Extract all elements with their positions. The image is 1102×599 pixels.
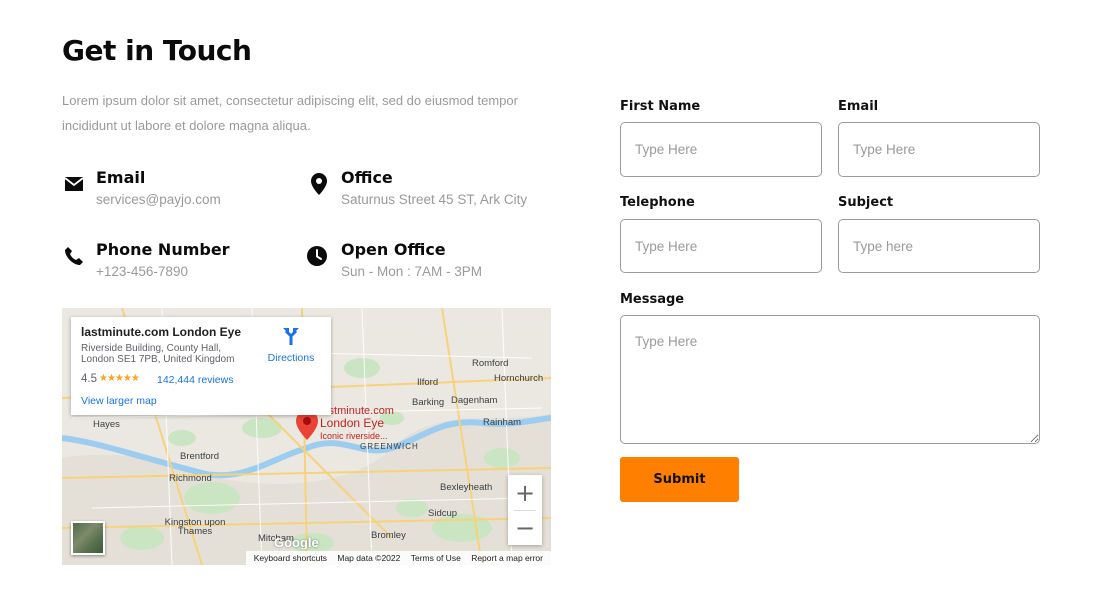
embedded-map[interactable]: Romford Hornchurch Ilford Barking Dagenh… bbox=[62, 308, 551, 565]
map-place-label: Brentford bbox=[180, 451, 220, 462]
telephone-label: Telephone bbox=[620, 195, 695, 210]
subject-label: Subject bbox=[838, 195, 894, 210]
map-place-label: GREENWICH bbox=[360, 442, 419, 451]
office-value: Saturnus Street 45 ST, Ark City bbox=[341, 192, 528, 207]
info-label: Email bbox=[96, 168, 146, 187]
info-phone: Phone Number +123-456-7890 bbox=[62, 240, 302, 290]
rating-stars-icon: ★★★★★ bbox=[99, 373, 140, 384]
intro-text: Lorem ipsum dolor sit amet, consectetur … bbox=[62, 93, 518, 133]
map-place-label: Hornchurch bbox=[494, 373, 544, 384]
message-label: Message bbox=[620, 292, 685, 307]
map-pin-icon[interactable] bbox=[296, 410, 318, 444]
map-data-text: Map data ©2022 bbox=[337, 553, 401, 563]
map-attribution: Keyboard shortcuts Map data ©2022 Terms … bbox=[245, 551, 551, 565]
telephone-input[interactable] bbox=[620, 219, 822, 273]
terms-link[interactable]: Terms of Use bbox=[411, 553, 461, 563]
submit-button[interactable]: Submit bbox=[620, 457, 739, 502]
subject-input[interactable] bbox=[838, 219, 1040, 273]
map-place-label: Romford bbox=[472, 358, 509, 369]
phone-icon bbox=[62, 244, 86, 268]
first-name-label: First Name bbox=[620, 99, 701, 114]
clock-icon bbox=[305, 244, 329, 268]
page-title: Get in Touch bbox=[62, 34, 252, 67]
info-open-office: Open Office Sun - Mon : 7AM - 3PM bbox=[305, 240, 545, 290]
satellite-toggle-button[interactable] bbox=[71, 521, 105, 555]
info-label: Phone Number bbox=[96, 240, 230, 259]
info-email: Email services@payjo.com bbox=[62, 168, 302, 218]
map-place-label: Sidcup bbox=[428, 508, 458, 519]
info-office: Office Saturnus Street 45 ST, Ark City bbox=[307, 168, 547, 218]
email-input[interactable] bbox=[838, 122, 1040, 177]
map-place-label: Ilford bbox=[417, 377, 439, 388]
zoom-control: + − bbox=[508, 475, 542, 545]
reviews-link[interactable]: 142,444 reviews bbox=[157, 374, 233, 386]
first-name-input[interactable] bbox=[620, 122, 822, 177]
email-value: services@payjo.com bbox=[96, 192, 221, 207]
directions-label: Directions bbox=[267, 352, 315, 364]
message-textarea[interactable] bbox=[620, 315, 1040, 444]
view-larger-map-link[interactable]: View larger map bbox=[81, 395, 157, 407]
place-name: lastminute.com London Eye bbox=[81, 325, 242, 339]
map-place-label: Bexleyheath bbox=[440, 482, 493, 493]
directions-button[interactable]: Directions bbox=[261, 327, 321, 364]
map-place-label: Richmond bbox=[169, 473, 212, 484]
map-place-label: Bromley bbox=[371, 530, 406, 541]
place-address: Riverside Building, County Hall, London … bbox=[81, 343, 235, 365]
google-logo: Google bbox=[274, 535, 319, 550]
info-label: Open Office bbox=[341, 240, 446, 259]
map-place-label: Kingston upon Thames bbox=[164, 517, 226, 537]
pin-label: London Eye bbox=[320, 416, 385, 430]
keyboard-shortcuts-link[interactable]: Keyboard shortcuts bbox=[254, 553, 327, 563]
phone-value: +123-456-7890 bbox=[96, 264, 188, 279]
report-error-link[interactable]: Report a map error bbox=[471, 553, 543, 563]
envelope-icon bbox=[62, 172, 86, 196]
hours-value: Sun - Mon : 7AM - 3PM bbox=[341, 264, 483, 279]
map-place-label: Barking bbox=[412, 397, 445, 408]
zoom-out-button[interactable]: − bbox=[508, 510, 542, 545]
map-place-label: Dagenham bbox=[451, 395, 498, 406]
directions-icon bbox=[283, 328, 299, 349]
email-label: Email bbox=[838, 99, 879, 114]
place-rating: 4.5 bbox=[81, 373, 97, 385]
map-place-label: Hayes bbox=[93, 419, 120, 430]
map-info-card: lastminute.com London Eye Riverside Buil… bbox=[71, 317, 331, 415]
info-label: Office bbox=[341, 168, 393, 187]
pin-label: Iconic riverside... bbox=[320, 431, 388, 441]
map-place-label: Rainham bbox=[483, 417, 522, 428]
zoom-in-button[interactable]: + bbox=[508, 475, 542, 510]
map-pin-icon bbox=[307, 172, 331, 196]
